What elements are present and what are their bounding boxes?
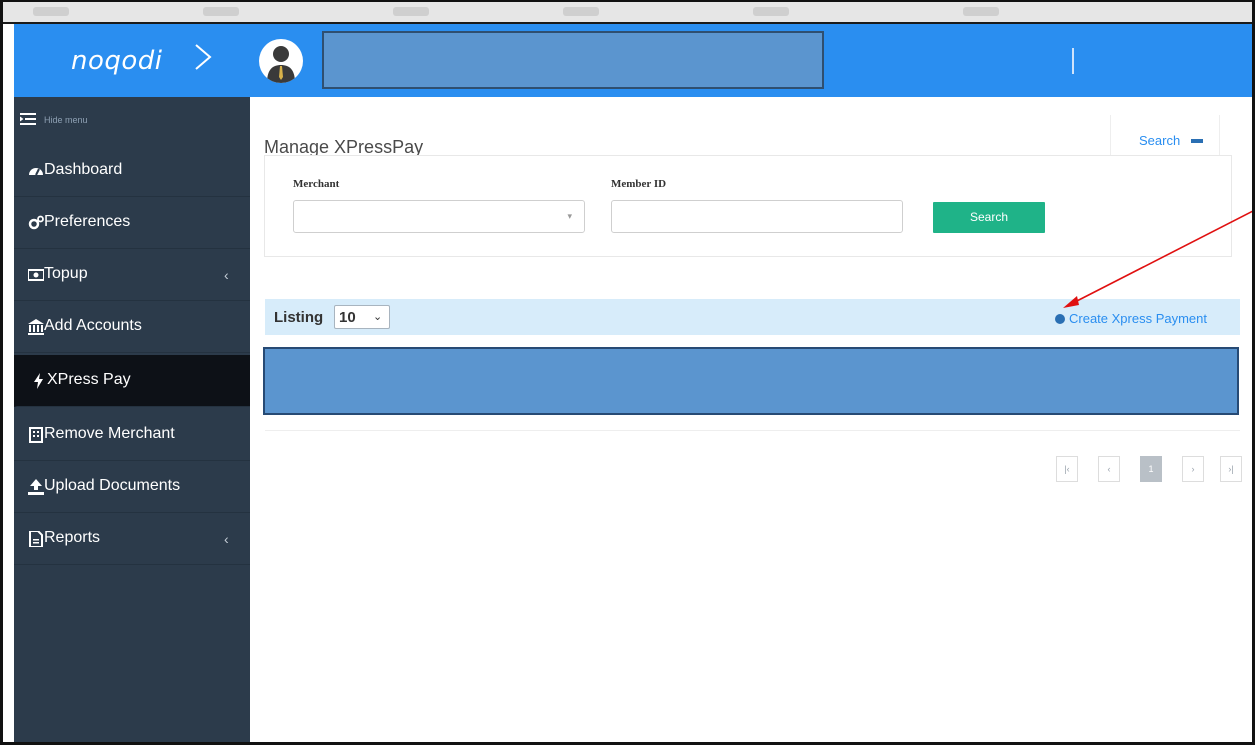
page-size-value: 10 [339,309,356,326]
toolbar-icon [753,7,789,16]
toolbar-icon [393,7,429,16]
cogs-icon [28,215,44,230]
create-xpress-payment-link[interactable]: Create Xpress Payment [1055,311,1207,326]
current-page-button[interactable]: 1 [1140,456,1162,482]
user-avatar[interactable] [259,39,303,83]
sidebar-item-reports[interactable]: Reports ‹ [14,513,250,565]
next-page-button[interactable]: › [1182,456,1204,482]
page-size-select[interactable]: 10 ⌄ [334,305,390,329]
screenshot-frame: noqodi Hide menu Dashboard Preferences T… [0,0,1255,745]
toolbar-icon [203,7,239,16]
chevron-left-icon: ‹ [224,531,229,547]
file-icon [29,531,43,547]
header-divider [1072,48,1074,74]
sidebar-item-label: Remove Merchant [44,425,175,442]
member-id-input[interactable] [611,200,903,233]
search-tab-label: Search [1139,133,1181,148]
hide-menu-toggle[interactable]: Hide menu [14,97,250,137]
sidebar-item-remove-merchant[interactable]: Remove Merchant [14,409,250,461]
redacted-user-info [322,31,824,89]
plus-circle-icon [1055,314,1065,324]
sidebar-item-label: Preferences [44,213,131,230]
sidebar-item-label: Add Accounts [44,317,142,334]
prev-page-button[interactable]: ‹ [1098,456,1120,482]
listing-toolbar: Listing 10 ⌄ Create Xpress Payment [265,299,1240,335]
sidebar-item-preferences[interactable]: Preferences [14,197,250,249]
listing-label: Listing [274,309,324,326]
sidebar-item-label: XPress Pay [47,371,131,388]
member-id-label: Member ID [611,178,667,190]
browser-toolbar-strip [3,2,1252,24]
logo-area[interactable]: noqodi [14,24,250,97]
upload-icon [28,479,44,495]
top-header: noqodi [14,24,1252,97]
menu-indent-icon [20,113,36,125]
sidebar-item-add-accounts[interactable]: Add Accounts [14,301,250,353]
sidebar-item-upload-documents[interactable]: Upload Documents [14,461,250,513]
search-button[interactable]: Search [933,202,1045,233]
sidebar-item-label: Upload Documents [44,477,181,494]
sidebar-item-label: Reports [44,529,101,546]
main-content: Manage XPressPay Search Merchant Member … [250,97,1252,742]
logo-chevron-icon [195,44,212,70]
toolbar-icon [33,7,69,16]
brand-logo: noqodi [71,46,163,76]
money-icon [28,269,44,281]
sidebar-item-dashboard[interactable]: Dashboard [14,145,250,197]
first-page-button[interactable]: |‹ [1056,456,1078,482]
table-footer-rule [265,415,1240,431]
merchant-label: Merchant [293,178,340,190]
user-silhouette-icon [267,46,295,83]
merchant-select[interactable]: ▾ [293,200,585,233]
collapse-minus-icon [1191,139,1203,143]
search-filter-panel: Merchant Member ID ▾ Search [264,155,1232,257]
create-link-label: Create Xpress Payment [1069,311,1208,326]
sidebar-item-xpress-pay[interactable]: XPress Pay [14,355,250,407]
chevron-left-icon: ‹ [224,267,229,283]
building-icon [29,427,43,443]
chevron-down-icon: ⌄ [373,311,383,323]
sidebar-item-label: Topup [44,265,88,282]
toolbar-icon [963,7,999,16]
toolbar-icon [563,7,599,16]
bank-icon [28,319,44,335]
caret-down-icon: ▾ [567,211,572,221]
dashboard-icon [29,168,43,176]
hide-menu-label: Hide menu [44,115,88,125]
bolt-icon [34,373,43,389]
redacted-table [263,347,1239,415]
sidebar-item-topup[interactable]: Topup ‹ [14,249,250,301]
sidebar-item-label: Dashboard [44,161,123,178]
sidebar: Hide menu Dashboard Preferences Topup ‹ [14,97,250,742]
last-page-button[interactable]: ›| [1220,456,1242,482]
